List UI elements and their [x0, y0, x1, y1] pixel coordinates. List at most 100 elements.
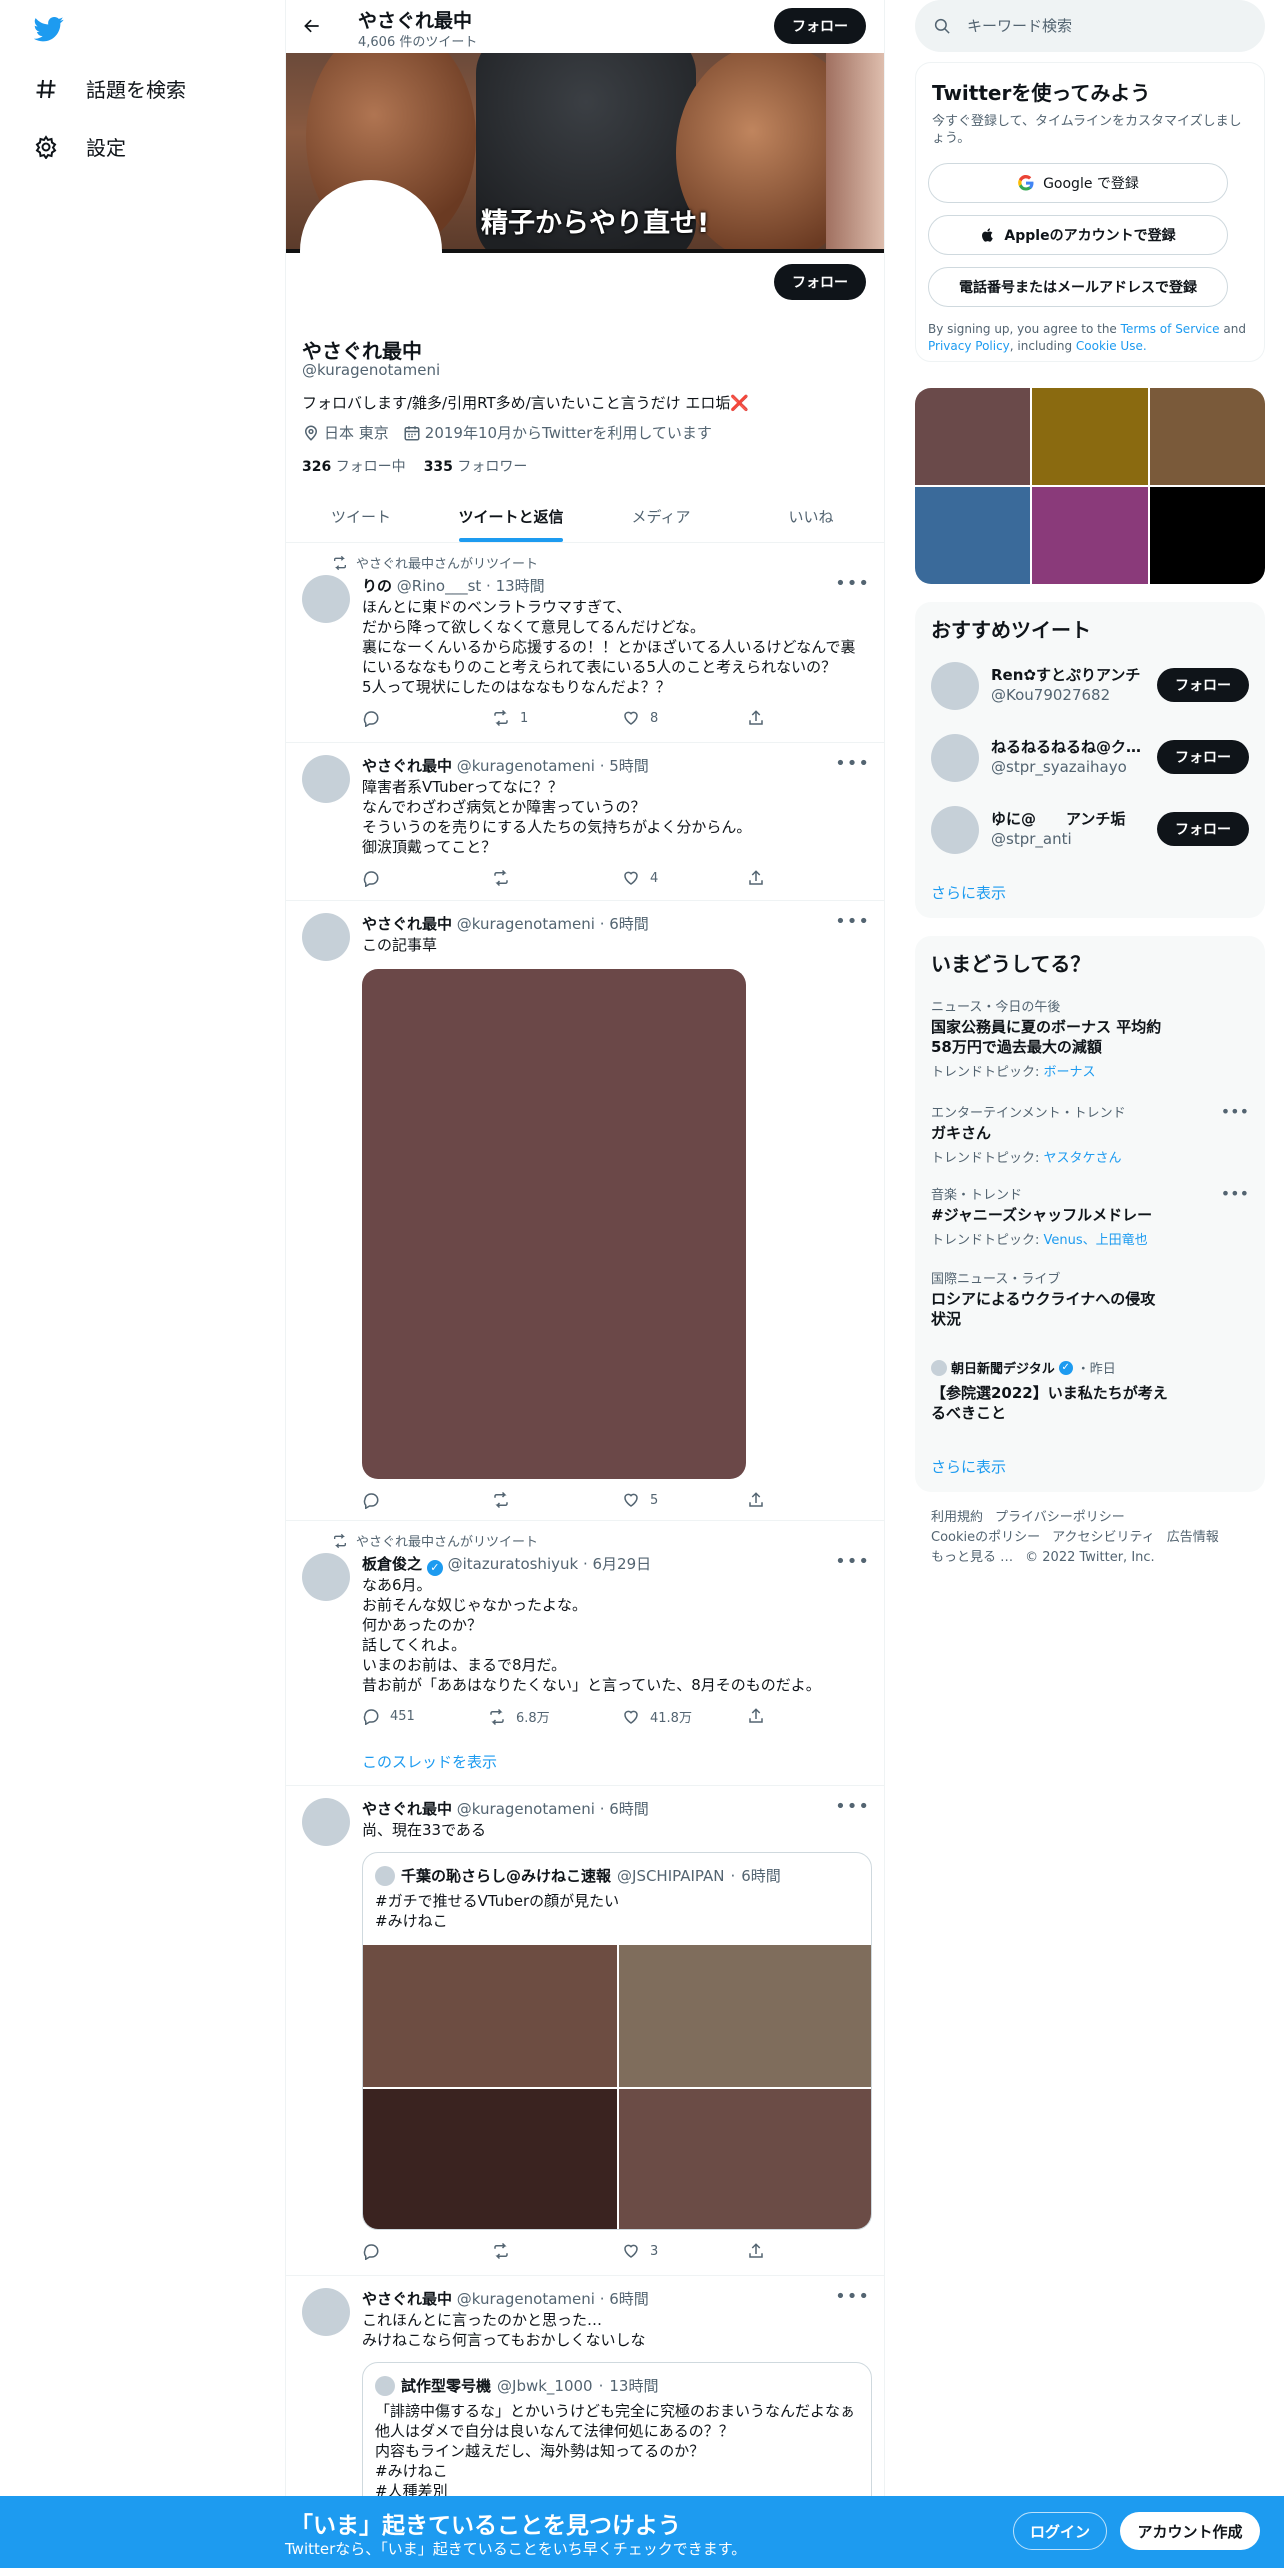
retweet-button[interactable]: [492, 2242, 510, 2260]
search-bar[interactable]: [915, 0, 1265, 52]
tab-tweets-and-replies[interactable]: ツイートと返信: [436, 490, 586, 542]
avatar[interactable]: [302, 1798, 350, 1846]
more-icon[interactable]: •••: [835, 1796, 870, 1817]
signup-button[interactable]: アカウント作成: [1120, 2512, 1260, 2550]
quoted-tweet[interactable]: 千葉の恥さらし@みけねこ速報 @JSCHIPAIPAN · 6時間 #ガチで推せるVT…: [362, 1852, 872, 2230]
retweet-button[interactable]: [492, 1491, 510, 1509]
trend-item[interactable]: ニュース・今日の午後 国家公務員に夏のボーナス 平均約 58万円で過去最大の減額…: [931, 996, 1249, 1080]
quote-image[interactable]: [363, 2089, 617, 2229]
profile-follow-button[interactable]: フォロー: [774, 264, 866, 300]
avatar[interactable]: [931, 662, 979, 710]
trend-item[interactable]: エンターテインメント・トレンド ガキさん トレンドトピック: ヤスタケさん ••…: [931, 1102, 1249, 1166]
like-button[interactable]: 5: [622, 1491, 658, 1509]
reco-user[interactable]: ゆに@ アンチ垢 @stpr_anti フォロー: [931, 804, 1249, 856]
trend-topic-link[interactable]: Venus、上田竜也: [1044, 1233, 1148, 1248]
reco-user[interactable]: ねるねるねるね@ク… @stpr_syazaihayo フォロー: [931, 732, 1249, 784]
tweet-author-name[interactable]: やさぐれ最中: [362, 2290, 452, 2308]
tweet-time[interactable]: 5時間: [609, 757, 649, 775]
more-icon[interactable]: •••: [835, 1551, 870, 1572]
followers-link[interactable]: 335 フォロワー: [424, 456, 528, 476]
avatar[interactable]: [302, 2288, 350, 2336]
retweet-button[interactable]: 6.8万: [488, 1707, 550, 1726]
footer-link[interactable]: アクセシビリティ: [1052, 1530, 1155, 1545]
more-icon[interactable]: •••: [1221, 1184, 1249, 1203]
more-icon[interactable]: •••: [1221, 1102, 1249, 1121]
reply-button[interactable]: [362, 869, 380, 887]
like-button[interactable]: 3: [622, 2242, 658, 2260]
share-button[interactable]: [747, 1707, 765, 1725]
quote-image[interactable]: [619, 2089, 871, 2229]
tweet-author-name[interactable]: やさぐれ最中: [362, 757, 452, 775]
twitter-logo-icon[interactable]: [34, 14, 64, 44]
trend-item[interactable]: 朝日新聞デジタル ✓ ・昨日 【参院選2022】いま私たちが考え るべきこと: [931, 1358, 1249, 1423]
share-button[interactable]: [747, 709, 765, 727]
tweet-time[interactable]: 6時間: [609, 915, 649, 933]
media-thumb[interactable]: [1032, 388, 1148, 485]
more-icon[interactable]: •••: [835, 2286, 870, 2307]
like-button[interactable]: 8: [622, 709, 658, 727]
tweet-author-name[interactable]: りの: [362, 577, 392, 595]
phone-email-signup-button[interactable]: 電話番号またはメールアドレスで登録: [928, 267, 1228, 307]
follow-button[interactable]: フォロー: [1157, 812, 1249, 846]
avatar[interactable]: [302, 1553, 350, 1601]
footer-more-link[interactable]: もっと見る …: [931, 1550, 1013, 1565]
retweet-button[interactable]: [492, 869, 510, 887]
tweet-author-name[interactable]: やさぐれ最中: [362, 1800, 452, 1818]
reply-button[interactable]: 451: [362, 1707, 415, 1725]
tweet-time[interactable]: 6月29日: [593, 1555, 652, 1573]
show-more-link[interactable]: さらに表示: [931, 1456, 1006, 1477]
tweet[interactable]: やさぐれ最中さんがリツイート 板倉俊之 ✓ @itazuratoshiyuk ·…: [286, 1521, 884, 1786]
follow-button[interactable]: フォロー: [1157, 668, 1249, 702]
reco-user[interactable]: Ren✿すとぷりアンチ @Kou79027682 フォロー: [931, 660, 1249, 712]
avatar[interactable]: [302, 913, 350, 961]
avatar[interactable]: [931, 734, 979, 782]
trend-item[interactable]: 国際ニュース・ライブ ロシアによるウクライナへの侵攻 状況: [931, 1268, 1249, 1329]
profile-avatar[interactable]: [300, 180, 442, 322]
tweet-image[interactable]: [362, 969, 746, 1479]
quote-image[interactable]: [363, 1945, 617, 2087]
reply-button[interactable]: [362, 2242, 380, 2260]
footer-link[interactable]: 広告情報: [1167, 1530, 1219, 1545]
reply-button[interactable]: [362, 709, 390, 727]
show-more-link[interactable]: さらに表示: [931, 882, 1006, 903]
trend-item[interactable]: 音楽・トレンド #ジャニーズシャッフルメドレー トレンドトピック: Venus、…: [931, 1184, 1249, 1248]
follow-button[interactable]: フォロー: [1157, 740, 1249, 774]
tweet-time[interactable]: 6時間: [609, 1800, 649, 1818]
avatar[interactable]: [302, 575, 350, 623]
terms-link[interactable]: Terms of Service: [1121, 322, 1220, 336]
media-thumb[interactable]: [915, 388, 1031, 485]
tweet-time[interactable]: 6時間: [609, 2290, 649, 2308]
show-thread-link[interactable]: このスレッドを表示: [362, 1751, 497, 1772]
more-icon[interactable]: •••: [835, 911, 870, 932]
header-follow-button[interactable]: フォロー: [774, 8, 866, 44]
footer-link[interactable]: 利用規約: [931, 1510, 983, 1525]
like-button[interactable]: 41.8万: [622, 1707, 692, 1726]
apple-signup-button[interactable]: Appleのアカウントで登録: [928, 215, 1228, 255]
search-input[interactable]: [967, 17, 1227, 35]
retweet-button[interactable]: 1: [492, 709, 528, 727]
more-icon[interactable]: •••: [835, 753, 870, 774]
footer-link[interactable]: Cookieのポリシー: [931, 1530, 1040, 1545]
cookie-link[interactable]: Cookie Use.: [1076, 339, 1147, 353]
tweet-author-name[interactable]: やさぐれ最中: [362, 915, 452, 933]
tab-likes[interactable]: いいね: [736, 490, 884, 542]
tweet[interactable]: やさぐれ最中 @kuragenotameni · 5時間 ••• 障害者系VTu…: [286, 743, 884, 901]
avatar[interactable]: [302, 755, 350, 803]
footer-link[interactable]: プライバシーポリシー: [995, 1510, 1125, 1525]
tab-tweets[interactable]: ツイート: [286, 490, 436, 542]
share-button[interactable]: [747, 1491, 765, 1509]
media-thumb[interactable]: [1149, 487, 1265, 584]
more-icon[interactable]: •••: [835, 573, 870, 594]
trend-topic-link[interactable]: ボーナス: [1044, 1065, 1096, 1080]
trend-topic-link[interactable]: ヤスタケさん: [1044, 1151, 1122, 1166]
media-thumb[interactable]: [1032, 487, 1148, 584]
tweet-author-name[interactable]: 板倉俊之: [362, 1555, 422, 1573]
like-button[interactable]: 4: [622, 869, 658, 887]
reply-button[interactable]: [362, 1491, 380, 1509]
privacy-link[interactable]: Privacy Policy: [928, 339, 1010, 353]
google-signup-button[interactable]: Google で登録: [928, 163, 1228, 203]
nav-explore[interactable]: 話題を検索: [34, 74, 186, 103]
tweet[interactable]: やさぐれ最中さんがリツイート りの @Rino___st · 13時間 ••• …: [286, 543, 884, 743]
share-button[interactable]: [747, 869, 765, 887]
login-button[interactable]: ログイン: [1013, 2512, 1107, 2550]
